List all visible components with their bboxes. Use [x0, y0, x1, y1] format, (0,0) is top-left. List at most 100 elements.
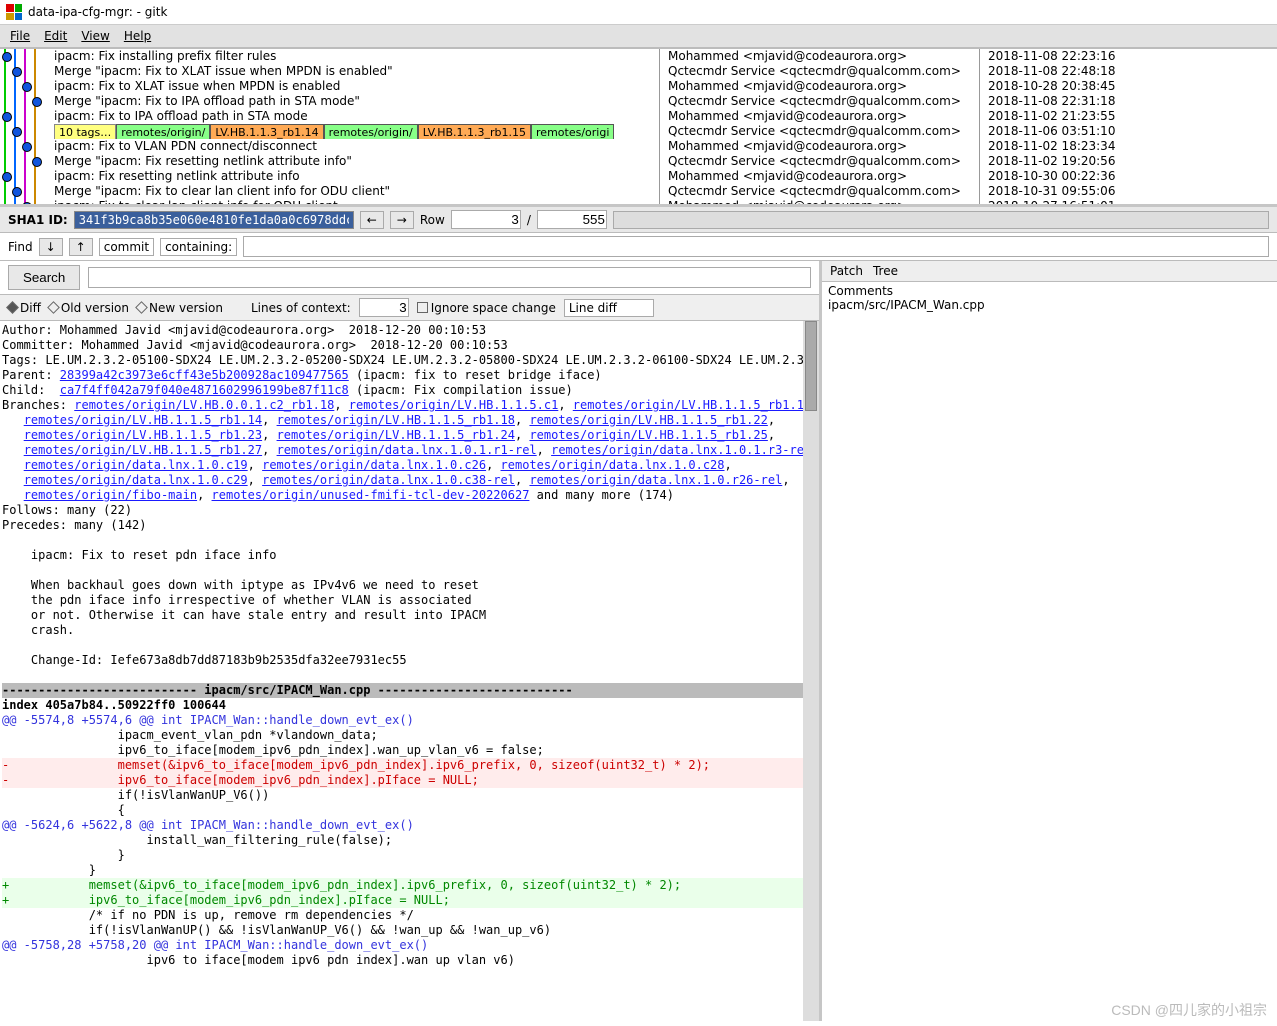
commit-subject[interactable]: ipacm: Fix to VLAN PDN connect/disconnec… — [0, 139, 659, 154]
commit-author: Qctecmdr Service <qctecmdr@qualcomm.com> — [666, 154, 979, 169]
commit-author: Mohammed <mjavid@codeaurora.org> — [666, 199, 979, 204]
line-diff-select[interactable]: Line diff — [564, 299, 654, 317]
radio-diff[interactable]: Diff — [8, 301, 41, 315]
find-bar: Find ↓ ↑ commit containing: — [0, 233, 1277, 261]
commit-subject[interactable]: ipacm: Fix installing prefix filter rule… — [0, 49, 659, 64]
search-button[interactable]: Search — [8, 265, 80, 290]
parent-label: Parent: — [2, 368, 60, 382]
checkbox-ignore-space[interactable]: Ignore space change — [417, 301, 556, 315]
lines-of-context-input[interactable] — [359, 298, 409, 317]
diff-del-line: - memset(&ipv6_to_iface[modem_ipv6_pdn_i… — [2, 758, 817, 773]
radio-patch[interactable]: Patch — [830, 264, 863, 278]
diff-options: Diff Old version New version Lines of co… — [0, 295, 819, 321]
find-down-button[interactable]: ↓ — [39, 238, 63, 256]
tree-file[interactable]: ipacm/src/IPACM_Wan.cpp — [828, 298, 1271, 312]
diff-hunk: @@ -5758,28 +5758,20 @@ int IPACM_Wan::h… — [2, 938, 817, 953]
commit-date: 2018-10-27 16:51:01 — [986, 199, 1277, 204]
find-input[interactable] — [243, 236, 1269, 257]
row-current-input[interactable] — [451, 210, 521, 229]
branch-link[interactable]: remotes/origin/data.lnx.1.0.c19 — [24, 458, 248, 472]
menu-view[interactable]: View — [81, 29, 109, 43]
branch-link[interactable]: remotes/origin/data.lnx.1.0.c38-rel — [262, 473, 515, 487]
parent-link[interactable]: 28399a42c3973e6cff43e5b200928ac109477565 — [60, 368, 349, 382]
commit-author: Qctecmdr Service <qctecmdr@qualcomm.com> — [666, 94, 979, 109]
branch-link[interactable]: remotes/origin/LV.HB.1.1.5_rb1.22 — [529, 413, 767, 427]
search-bar: Search — [0, 261, 819, 295]
commit-msg-title: ipacm: Fix to reset pdn iface info — [2, 548, 277, 562]
progress-bar — [613, 211, 1269, 229]
commit-subject[interactable]: Merge "ipacm: Fix to clear lan client in… — [0, 184, 659, 199]
diff-index-line: index 405a7b84..50922ff0 100644 — [2, 698, 226, 712]
branch-link[interactable]: remotes/origin/LV.HB.1.1.5_rb1.18 — [277, 413, 515, 427]
commit-list: ipacm: Fix installing prefix filter rule… — [0, 49, 1277, 207]
branch-link[interactable]: remotes/origin/fibo-main — [24, 488, 197, 502]
branch-link[interactable]: remotes/origin/data.lnx.1.0.c29 — [24, 473, 248, 487]
commit-date: 2018-11-02 19:20:56 — [986, 154, 1277, 169]
row-label: Row — [420, 213, 445, 227]
branch-link[interactable]: remotes/origin/LV.HB.1.1.5_rb1.23 — [24, 428, 262, 442]
child-label: Child: — [2, 383, 60, 397]
menu-help[interactable]: Help — [124, 29, 151, 43]
branch-link[interactable]: remotes/origin/LV.HB.1.1.5.c1 — [349, 398, 559, 412]
commit-subject[interactable]: 10 tags…remotes/origin/LV.HB.1.1.3_rb1.1… — [0, 124, 659, 139]
commit-date: 2018-11-08 22:31:18 — [986, 94, 1277, 109]
commit-subject[interactable]: Merge "ipacm: Fix to IPA offload path in… — [0, 94, 659, 109]
branch-link[interactable]: remotes/origin/data.lnx.1.0.c28 — [501, 458, 725, 472]
nav-back-button[interactable]: ← — [360, 211, 384, 229]
commit-date: 2018-11-06 03:51:10 — [986, 124, 1277, 139]
diff-hunk: @@ -5574,8 +5574,6 @@ int IPACM_Wan::han… — [2, 713, 817, 728]
row-total — [537, 210, 607, 229]
nav-forward-button[interactable]: → — [390, 211, 414, 229]
branch-link[interactable]: remotes/origin/data.lnx.1.0.c26 — [262, 458, 486, 472]
sha-input[interactable] — [74, 211, 354, 229]
branch-link[interactable]: remotes/origin/unused-fmifi-tcl-dev-2022… — [212, 488, 530, 502]
follows-line: Follows: many (22) — [2, 503, 132, 517]
precedes-line: Precedes: many (142) — [2, 518, 147, 532]
commit-author: Qctecmdr Service <qctecmdr@qualcomm.com> — [666, 64, 979, 79]
commit-date: 2018-11-02 18:23:34 — [986, 139, 1277, 154]
commit-subject[interactable]: Merge "ipacm: Fix resetting netlink attr… — [0, 154, 659, 169]
diff-file-header: --------------------------- ipacm/src/IP… — [2, 683, 817, 698]
find-up-button[interactable]: ↑ — [69, 238, 93, 256]
radio-new-version[interactable]: New version — [137, 301, 223, 315]
commit-author: Mohammed <mjavid@codeaurora.org> — [666, 49, 979, 64]
branch-link[interactable]: remotes/origin/LV.HB.1.1.5_rb1.24 — [277, 428, 515, 442]
diff-del-line: - ipv6_to_iface[modem_ipv6_pdn_index].pI… — [2, 773, 817, 788]
diff-pane[interactable]: Author: Mohammed Javid <mjavid@codeauror… — [0, 321, 819, 1021]
commit-subject[interactable]: ipacm: Fix resetting netlink attribute i… — [0, 169, 659, 184]
branch-link[interactable]: remotes/origin/LV.HB.1.1.5_rb1.14 — [24, 413, 262, 427]
menu-edit[interactable]: Edit — [44, 29, 67, 43]
find-containing-select[interactable]: containing: — [160, 238, 237, 256]
commit-date: 2018-11-08 22:23:16 — [986, 49, 1277, 64]
commit-author: Mohammed <mjavid@codeaurora.org> — [666, 169, 979, 184]
branch-link[interactable]: remotes/origin/data.lnx.1.0.1.r1-rel — [277, 443, 537, 457]
find-mode-select[interactable]: commit — [99, 238, 154, 256]
search-input[interactable] — [88, 267, 811, 288]
commit-author: Mohammed <mjavid@codeaurora.org> — [666, 79, 979, 94]
branch-link[interactable]: remotes/origin/LV.HB.1.1.5_rb1.25 — [529, 428, 767, 442]
commit-author: Author: Mohammed Javid <mjavid@codeauror… — [2, 323, 486, 337]
scrollbar[interactable] — [803, 321, 819, 1021]
lines-of-context-label: Lines of context: — [251, 301, 351, 315]
branch-link[interactable]: remotes/origin/data.lnx.1.0.r26-rel — [529, 473, 782, 487]
tree-body: Comments ipacm/src/IPACM_Wan.cpp — [822, 282, 1277, 314]
commit-subject[interactable]: ipacm: Fix to XLAT issue when MPDN is en… — [0, 79, 659, 94]
menu-file[interactable]: File — [10, 29, 30, 43]
commit-subject[interactable]: ipacm: Fix to IPA offload path in STA mo… — [0, 109, 659, 124]
commit-author: Qctecmdr Service <qctecmdr@qualcomm.com> — [666, 184, 979, 199]
commit-tags: Tags: LE.UM.2.3.2-05100-SDX24 LE.UM.2.3.… — [2, 353, 819, 367]
branch-link[interactable]: remotes/origin/LV.HB.0.0.1.c2_rb1.18 — [74, 398, 334, 412]
sha-label: SHA1 ID: — [8, 213, 68, 227]
commit-author: Qctecmdr Service <qctecmdr@qualcomm.com> — [666, 124, 979, 139]
row-separator: / — [527, 213, 531, 227]
commit-subject[interactable]: ipacm: Fix to clear lan client info for … — [0, 199, 659, 204]
branch-link[interactable]: remotes/origin/LV.HB.1.1.5_rb1.27 — [24, 443, 262, 457]
comments-label: Comments — [828, 284, 1271, 298]
branch-link[interactable]: remotes/origin/data.lnx.1.0.1.r3-rel — [551, 443, 811, 457]
radio-old-version[interactable]: Old version — [49, 301, 129, 315]
child-link[interactable]: ca7f4ff042a79f040e4871602996199be87f11c8 — [60, 383, 349, 397]
branch-link[interactable]: remotes/origin/LV.HB.1.1.5_rb1.12 — [573, 398, 811, 412]
diff-add-line: + ipv6_to_iface[modem_ipv6_pdn_index].pI… — [2, 893, 817, 908]
radio-tree[interactable]: Tree — [873, 264, 898, 278]
commit-subject[interactable]: Merge "ipacm: Fix to XLAT issue when MPD… — [0, 64, 659, 79]
